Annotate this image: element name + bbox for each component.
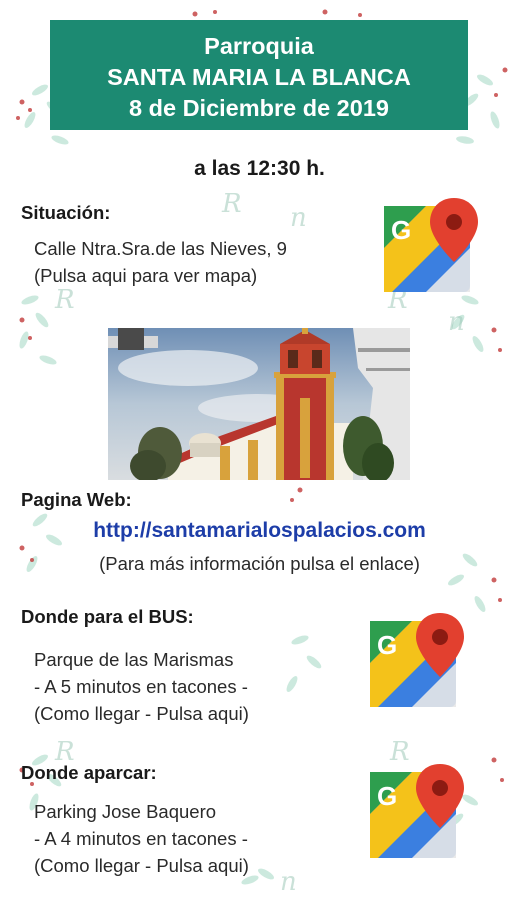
parking-distance: - A 4 minutos en tacones - bbox=[34, 828, 248, 849]
svg-text:G: G bbox=[391, 215, 411, 245]
parking-place[interactable]: Parking Jose Baquero bbox=[34, 798, 216, 825]
parking-directions-hint[interactable]: (Como llegar - Pulsa aqui) bbox=[34, 852, 249, 879]
website-note: (Para más información pulsa el enlace) bbox=[99, 553, 420, 574]
church-photo[interactable] bbox=[108, 328, 410, 480]
location-section-title: Situación: bbox=[21, 202, 111, 223]
bus-place[interactable]: Parque de las Marismas bbox=[34, 646, 233, 673]
svg-text:n: n bbox=[448, 307, 465, 337]
bus-section-title: Donde para el BUS: bbox=[21, 606, 194, 627]
svg-text:G: G bbox=[377, 630, 397, 660]
location-map-hint[interactable]: (Pulsa aqui para ver mapa) bbox=[34, 262, 257, 289]
website-link[interactable]: http://santamarialospalacios.com bbox=[0, 519, 519, 543]
google-maps-icon[interactable]: G bbox=[370, 760, 470, 860]
svg-text:G: G bbox=[377, 781, 397, 811]
header-banner: Parroquia SANTA MARIA LA BLANCA 8 de Dic… bbox=[50, 20, 468, 130]
svg-text:R: R bbox=[221, 189, 242, 219]
parking-section-title: Donde aparcar: bbox=[21, 762, 157, 783]
location-address[interactable]: Calle Ntra.Sra.de las Nieves, 9 bbox=[34, 235, 287, 262]
header-line-church-name: SANTA MARIA LA BLANCA bbox=[107, 64, 411, 90]
svg-text:n: n bbox=[290, 203, 307, 233]
header-line-parish: Parroquia bbox=[204, 33, 314, 59]
bus-directions-hint[interactable]: (Como llegar - Pulsa aqui) bbox=[34, 700, 249, 727]
website-section-title: Pagina Web: bbox=[21, 489, 132, 510]
svg-text:n: n bbox=[280, 867, 297, 897]
google-maps-icon[interactable]: G bbox=[384, 194, 484, 294]
bus-distance: - A 5 minutos en tacones - bbox=[34, 676, 248, 697]
google-maps-icon[interactable]: G bbox=[370, 609, 470, 709]
header-line-date: 8 de Diciembre de 2019 bbox=[129, 95, 389, 121]
svg-text:R: R bbox=[54, 285, 75, 315]
event-time: a las 12:30 h. bbox=[194, 157, 325, 180]
